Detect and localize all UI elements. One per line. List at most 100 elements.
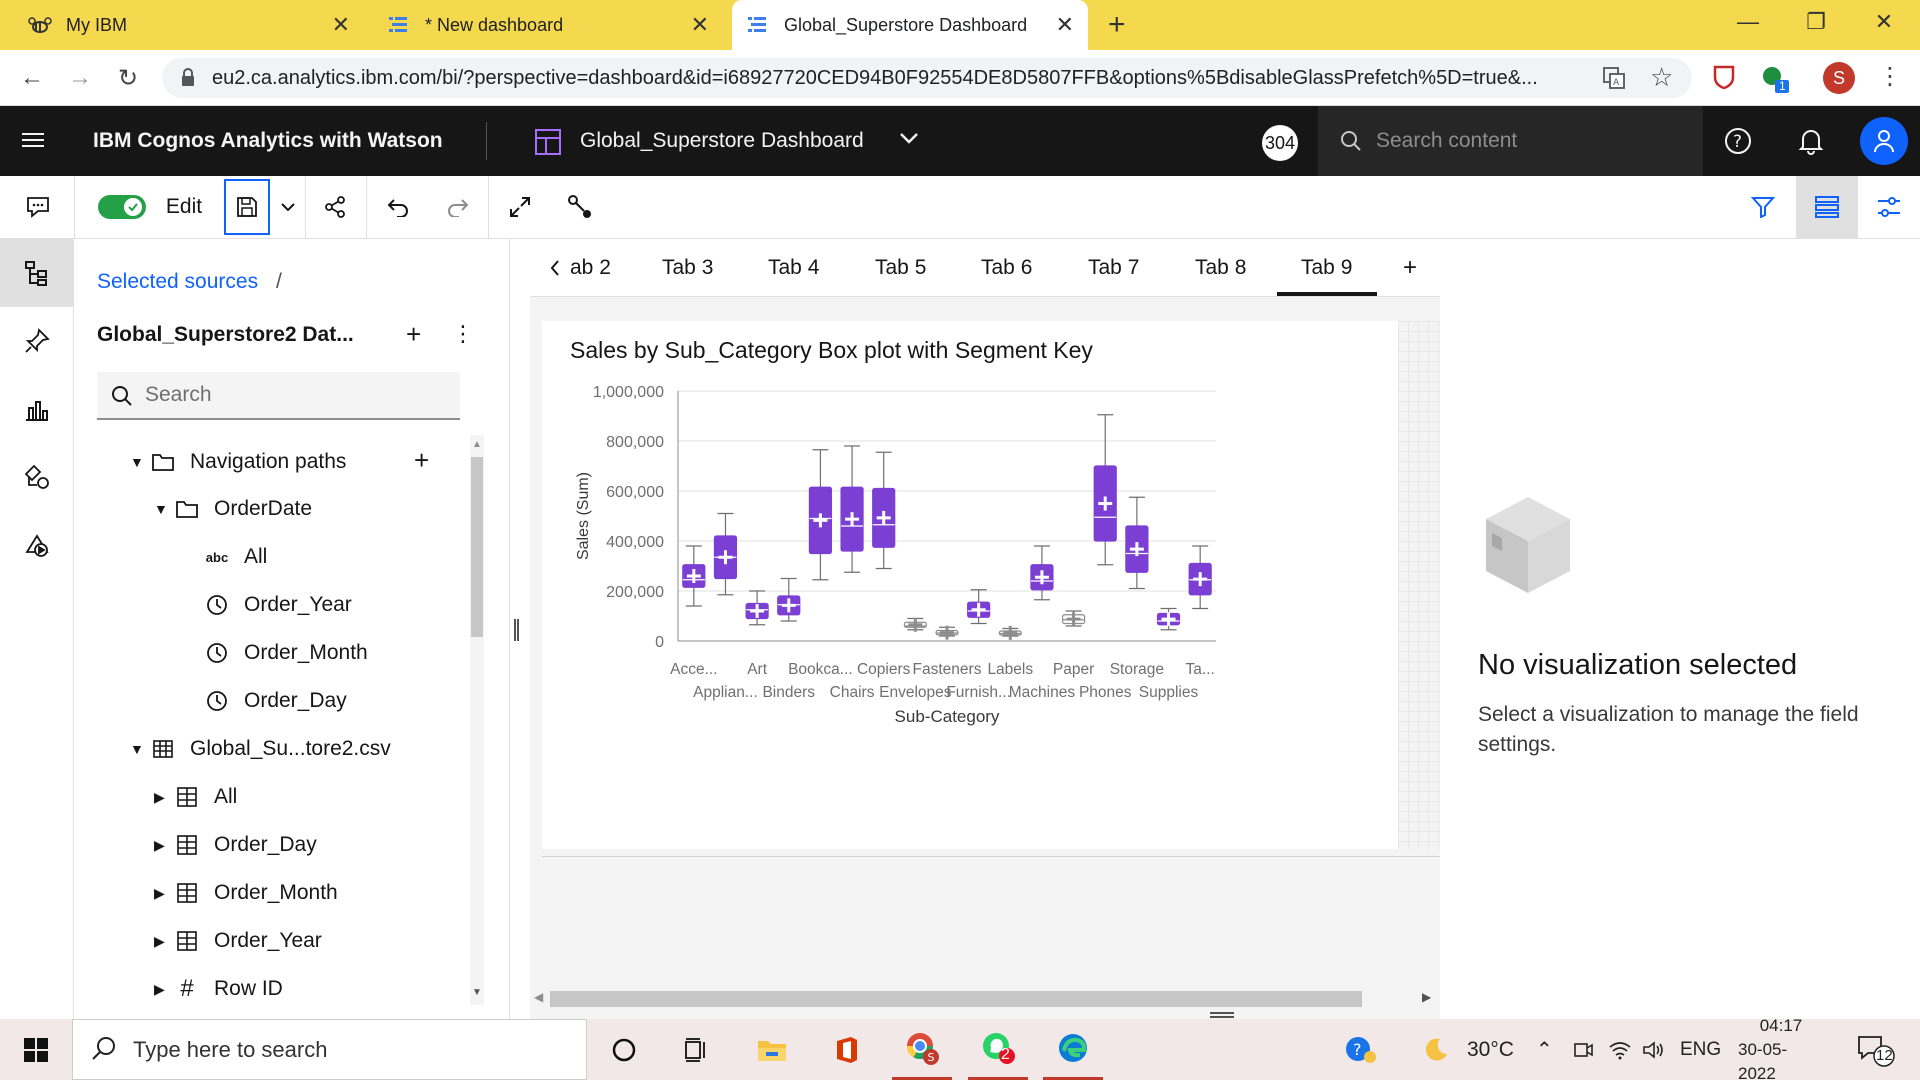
tab-3[interactable]: Tab 3 [662,239,713,297]
scroll-left-icon[interactable]: ◀ [534,990,543,1004]
user-avatar[interactable] [1860,117,1908,165]
shield-extension-icon[interactable] [1712,64,1736,95]
close-icon[interactable]: ✕ [1056,12,1074,38]
chevron-up-icon[interactable]: ⌃ [1536,1019,1553,1080]
undo-icon[interactable] [372,176,424,238]
tree-item-csv-all[interactable]: ▶ All [154,777,237,817]
caret-down-icon[interactable]: ▼ [154,501,174,517]
scroll-right-icon[interactable]: ▶ [1422,990,1431,1004]
search-content-input[interactable]: Search content [1318,106,1703,176]
notification-center-icon[interactable]: 12 [1856,1019,1896,1080]
task-view-icon[interactable] [666,1019,726,1080]
caret-right-icon[interactable]: ▶ [154,933,174,950]
reload-icon[interactable]: ↻ [110,60,146,96]
office-icon[interactable] [817,1019,877,1080]
edit-toggle[interactable] [96,176,148,238]
forward-icon[interactable]: → [62,60,98,96]
tree-scrollbar[interactable]: ▲ ▼ [470,435,484,1005]
notification-count-badge[interactable]: 304 [1262,125,1298,161]
translate-icon[interactable]: A [1602,66,1626,95]
more-menu-icon[interactable]: ⋮ [1878,62,1902,91]
close-icon[interactable]: ✕ [691,12,709,38]
new-tab-icon[interactable]: + [1108,8,1126,42]
tab-5[interactable]: Tab 5 [875,239,926,297]
tree-item-csv-order-day[interactable]: ▶ Order_Day [154,825,317,865]
tree-item-csv-order-year[interactable]: ▶ Order_Year [154,921,322,961]
help-tray-icon[interactable]: ? [1344,1019,1378,1080]
tree-item-row-id[interactable]: ▶ # Row ID [154,969,283,1009]
add-tab-icon[interactable]: + [1403,239,1417,297]
minimize-icon[interactable]: — [1714,0,1782,44]
settings-sliders-icon[interactable] [1864,176,1914,238]
bookmark-star-icon[interactable]: ☆ [1650,62,1673,93]
window-close-icon[interactable]: ✕ [1850,0,1918,44]
visualizations-icon[interactable] [0,375,74,443]
temperature[interactable]: 30°C [1467,1019,1514,1080]
file-explorer-icon[interactable] [742,1019,802,1080]
caret-right-icon[interactable]: ▶ [154,789,174,806]
tree-item-csv-order-month[interactable]: ▶ Order_Month [154,873,338,913]
tree-item-orderdate[interactable]: ▼ OrderDate [154,489,312,529]
tree-item-order-day[interactable]: Order_Day [204,681,347,721]
connection-icon[interactable] [554,176,606,238]
tab-7[interactable]: Tab 7 [1088,239,1139,297]
profile-avatar[interactable]: S [1823,62,1855,94]
close-icon[interactable]: ✕ [332,12,350,38]
h-scrollbar-thumb[interactable] [550,991,1362,1007]
widgets-icon[interactable] [0,443,74,511]
assistant-icon[interactable] [0,511,74,579]
properties-panel-icon[interactable] [1796,176,1858,238]
restore-icon[interactable]: ❐ [1782,0,1850,44]
tab-9[interactable]: Tab 9 [1301,239,1352,297]
tree-item-order-month[interactable]: Order_Month [204,633,368,673]
source-search-input[interactable]: Search [97,372,460,420]
scroll-down-icon[interactable]: ▼ [472,987,482,998]
dashboard-title[interactable]: Global_Superstore Dashboard [580,129,864,153]
canvas-resize-handle[interactable] [1210,1012,1234,1018]
tab-8[interactable]: Tab 8 [1195,239,1246,297]
breadcrumb-selected-sources[interactable]: Selected sources [97,270,258,294]
filter-icon[interactable] [1738,176,1788,238]
help-icon[interactable]: ? [1724,127,1752,160]
hamburger-menu-icon[interactable] [22,130,44,155]
tabs-scroll-left-icon[interactable] [540,239,570,297]
bell-icon[interactable] [1798,127,1824,160]
add-navigation-path-icon[interactable]: + [414,445,429,476]
language-indicator[interactable]: ENG [1680,1019,1721,1080]
caret-right-icon[interactable]: ▶ [154,837,174,854]
comment-icon[interactable] [18,176,58,238]
fullscreen-icon[interactable] [494,176,546,238]
meet-icon[interactable] [1572,1019,1594,1080]
caret-right-icon[interactable]: ▶ [154,885,174,902]
tree-item-navigation-paths[interactable]: ▼ Navigation paths [130,442,346,482]
tree-scrollbar-thumb[interactable] [471,457,483,637]
save-menu-chevron-icon[interactable] [272,176,304,238]
edge-icon[interactable] [1043,1019,1103,1080]
tree-item-all[interactable]: abc All [204,537,268,577]
canvas-h-scrollbar[interactable]: ◀ ▶ [530,986,1440,1012]
add-source-icon[interactable]: + [406,319,421,350]
share-icon[interactable] [310,176,360,238]
tab-2[interactable]: ab 2 [570,239,611,297]
taskbar-search-input[interactable]: Type here to search [72,1019,587,1080]
data-sources-icon[interactable] [0,239,74,307]
whatsapp-icon[interactable]: 2 [968,1019,1028,1080]
browser-tab-new-dashboard[interactable]: * New dashboard ✕ [373,0,723,50]
tab-4[interactable]: Tab 4 [768,239,819,297]
volume-icon[interactable] [1642,1019,1666,1080]
panel-resize-handle[interactable] [514,619,519,641]
redo-icon[interactable] [432,176,484,238]
browser-tab-my-ibm[interactable]: My IBM ✕ [14,0,364,50]
clock[interactable]: 04:17 30-05-2022 [1738,1016,1824,1080]
windows-start-icon[interactable] [6,1019,66,1080]
wifi-icon[interactable] [1608,1019,1632,1080]
scroll-up-icon[interactable]: ▲ [472,439,482,450]
browser-tab-global-superstore[interactable]: Global_Superstore Dashboard ✕ [732,0,1088,50]
pin-icon[interactable] [0,307,74,375]
chrome-taskbar-icon[interactable]: S [892,1019,952,1080]
boxplot-visualization[interactable]: Sales by Sub_Category Box plot with Segm… [542,321,1398,849]
extension-icon[interactable]: 1 [1760,64,1790,99]
caret-down-icon[interactable]: ▼ [130,454,150,470]
back-icon[interactable]: ← [14,60,50,96]
tree-item-global-superstore-csv[interactable]: ▼ Global_Su...tore2.csv [130,729,391,769]
